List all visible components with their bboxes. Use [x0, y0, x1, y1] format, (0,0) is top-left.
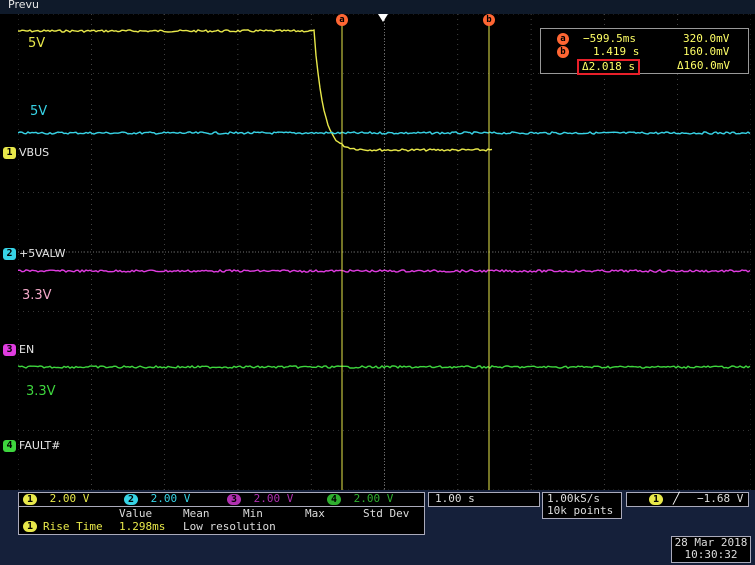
cursor-readout-box[interactable]: a −599.5ms 320.0mV b 1.419 s 160.0mV Δ2.… [540, 28, 749, 75]
measurement-header-min: Min [243, 507, 263, 520]
measurement-name: Rise Time [43, 520, 103, 533]
ch3-badge: 3 [227, 493, 241, 505]
cursor-b-readout-icon: b [557, 46, 569, 58]
measurement-note: Low resolution [183, 520, 276, 533]
ch1-name: VBUS [19, 146, 50, 159]
record-length: 10k points [547, 504, 614, 517]
ch4-ground-marker[interactable]: 4 [3, 440, 16, 452]
delta-volt: Δ160.0mV [677, 59, 730, 72]
measurement-source-badge: 1 [23, 521, 37, 532]
acquisition-box[interactable]: 1.00kS/s 10k points [542, 492, 622, 519]
ch1-scale: 2.00 V [49, 492, 90, 505]
cursor-b-volt: 160.0mV [683, 45, 730, 58]
trigger-box[interactable]: 1 ╱ −1.68 V [626, 492, 749, 507]
cursor-a-readout-icon: a [557, 33, 569, 45]
ch2-name: +5VALW [19, 247, 66, 260]
ch1-ground-marker[interactable]: 1 [3, 147, 16, 159]
measurement-header-mean: Mean [183, 507, 210, 520]
horizontal-scale-box[interactable]: 1.00 s [428, 492, 540, 507]
measurement-value: 1.298ms [119, 520, 166, 533]
measurement-table[interactable]: Value Mean Min Max Std Dev 1 Rise Time 1… [18, 506, 425, 535]
ch3-scale: 2.00 V [253, 492, 294, 505]
time: 10:30:32 [684, 548, 738, 561]
time-per-div: 1.00 s [435, 492, 475, 505]
ch2-scale-group[interactable]: 2 2.00 V [124, 493, 190, 505]
ch2-waveform [18, 131, 751, 136]
ch4-level-label: 3.3V [26, 384, 56, 399]
rising-edge-icon: ╱ [673, 492, 680, 505]
ch4-scale: 2.00 V [353, 492, 394, 505]
ch3-name: EN [19, 343, 35, 356]
ch4-scale-group[interactable]: 4 2.00 V [327, 493, 393, 505]
ch1-scale-group[interactable]: 1 2.00 V [23, 493, 89, 505]
waveform-graticule[interactable] [18, 14, 751, 490]
trigger-source-badge: 1 [649, 494, 663, 505]
ch4-name: FAULT# [19, 439, 61, 452]
ch3-waveform [18, 268, 751, 273]
cursor-a-volt: 320.0mV [683, 32, 730, 45]
measurement-header-max: Max [305, 507, 325, 520]
ch2-level-label: 5V [30, 104, 48, 119]
status-bar: Prevu [0, 0, 755, 14]
ch1-badge: 1 [23, 493, 37, 505]
acquisition-state: Prevu [8, 0, 39, 11]
ch2-badge: 2 [124, 493, 138, 505]
ch3-scale-group[interactable]: 3 2.00 V [227, 493, 293, 505]
ch2-scale: 2.00 V [150, 492, 191, 505]
ch2-ground-marker[interactable]: 2 [3, 248, 16, 260]
trigger-level: −1.68 V [697, 492, 744, 505]
channel-scale-row[interactable]: 1 2.00 V 2 2.00 V 3 2.00 V 4 2.00 V [18, 492, 425, 507]
delta-time: Δ2.018 s [577, 59, 640, 75]
datetime-box: 28 Mar 2018 10:30:32 [671, 536, 751, 563]
ch1-level-label: 5V [28, 36, 46, 51]
ch3-ground-marker[interactable]: 3 [3, 344, 16, 356]
trigger-position-icon [378, 14, 388, 22]
cursor-b-time: 1.419 s [593, 45, 640, 58]
measurement-header-stddev: Std Dev [363, 507, 410, 520]
grid-lines [18, 14, 751, 490]
ch4-badge: 4 [327, 493, 341, 505]
cursor-a-tag[interactable]: a [336, 14, 348, 26]
cursor-a-time: −599.5ms [583, 32, 636, 45]
measurement-header-value: Value [119, 507, 153, 520]
ch3-level-label: 3.3V [22, 288, 52, 303]
cursor-b-tag[interactable]: b [483, 14, 495, 26]
ch4-waveform [18, 364, 751, 370]
